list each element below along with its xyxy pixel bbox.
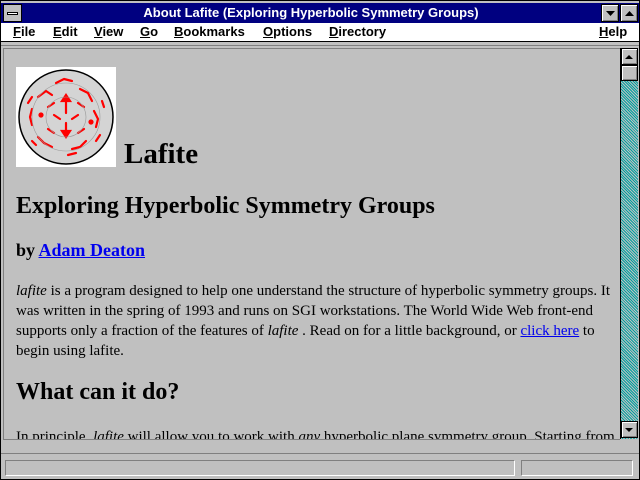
- menu-file[interactable]: File: [13, 24, 35, 40]
- menu-bookmarks[interactable]: Bookmarks: [174, 24, 245, 40]
- page-title: Lafite: [124, 138, 199, 170]
- hyperbolic-disk-logo: [16, 67, 116, 167]
- menu-view[interactable]: View: [94, 24, 123, 40]
- page-subtitle: Exploring Hyperbolic Symmetry Groups: [16, 193, 435, 219]
- author-line: by Adam Deaton: [16, 239, 150, 261]
- scroll-up-icon: [625, 55, 633, 59]
- minimize-button[interactable]: [601, 4, 619, 22]
- toolbar-strip: [1, 43, 639, 46]
- author-link[interactable]: Adam Deaton: [39, 240, 146, 260]
- document-view[interactable]: Lafite Exploring Hyperbolic Symmetry Gro…: [3, 48, 620, 439]
- vertical-scrollbar[interactable]: [620, 48, 638, 439]
- emphasis-any: any: [298, 429, 321, 439]
- menu-options[interactable]: Options: [263, 24, 312, 40]
- section-text: hyperbolic plane symmetry group. Startin…: [320, 429, 615, 439]
- scroll-track[interactable]: [621, 48, 638, 439]
- section-heading: What can it do?: [16, 379, 180, 405]
- section-paragraph: In principle, lafite will allow you to w…: [16, 427, 616, 439]
- menu-directory[interactable]: Directory: [329, 24, 386, 40]
- status-bar: [1, 453, 639, 479]
- lafite-term: lafite: [267, 323, 299, 339]
- section-text: will allow you to work with: [123, 429, 299, 439]
- progress-box: [521, 460, 633, 476]
- section-text: In principle,: [16, 429, 94, 439]
- menu-help[interactable]: Help: [599, 24, 627, 40]
- maximize-icon: [625, 11, 634, 16]
- maximize-button[interactable]: [620, 4, 638, 22]
- title-bar[interactable]: About Lafite (Exploring Hyperbolic Symme…: [1, 3, 639, 23]
- scroll-down-icon: [625, 428, 633, 432]
- intro-text: . Read on for a little background, or: [298, 323, 521, 339]
- by-prefix: by: [16, 240, 36, 260]
- status-message: [5, 460, 515, 476]
- menu-go[interactable]: Go: [140, 24, 158, 40]
- scroll-up-button[interactable]: [621, 48, 638, 65]
- scroll-thumb[interactable]: [621, 65, 638, 81]
- minimize-icon: [606, 11, 615, 16]
- click-here-link[interactable]: click here: [520, 323, 579, 339]
- intro-paragraph: lafite is a program designed to help one…: [16, 281, 614, 361]
- horizontal-scrollbar: [3, 439, 620, 453]
- system-menu-icon[interactable]: [3, 4, 22, 22]
- scroll-down-button[interactable]: [621, 421, 638, 438]
- browser-window: About Lafite (Exploring Hyperbolic Symme…: [0, 0, 640, 480]
- lafite-term: lafite: [93, 429, 124, 439]
- menu-bar: File Edit View Go Bookmarks Options Dire…: [1, 23, 639, 42]
- window-title: About Lafite (Exploring Hyperbolic Symme…: [143, 5, 479, 20]
- lafite-term: lafite: [16, 283, 47, 299]
- menu-edit[interactable]: Edit: [53, 24, 78, 40]
